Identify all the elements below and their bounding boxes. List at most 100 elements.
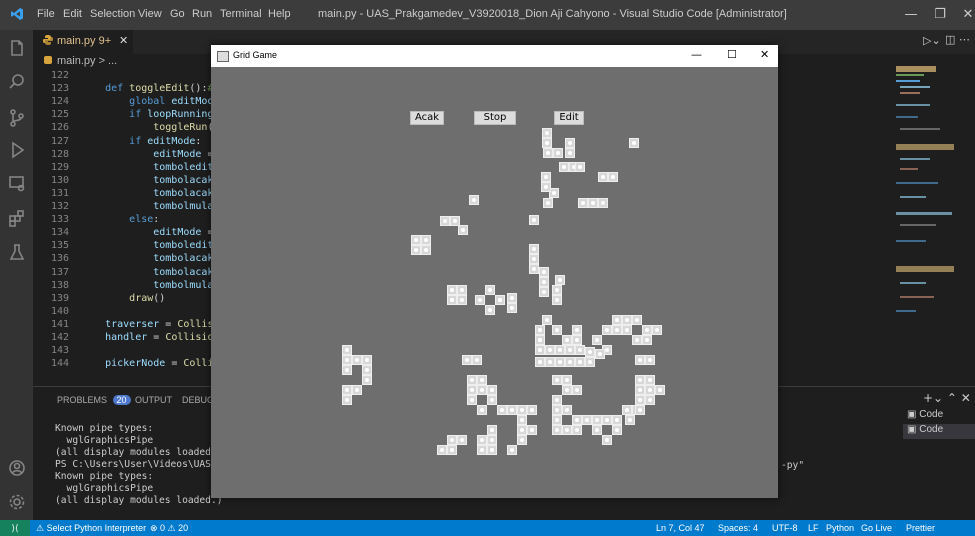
live-cell[interactable] (352, 385, 362, 395)
source-control-icon[interactable] (7, 108, 27, 128)
live-cell[interactable] (622, 315, 632, 325)
menu-file[interactable]: File (37, 8, 55, 20)
menu-help[interactable]: Help (268, 8, 291, 20)
live-cell[interactable] (469, 195, 479, 205)
live-cell[interactable] (575, 345, 585, 355)
live-cell[interactable] (565, 357, 575, 367)
live-cell[interactable] (342, 365, 352, 375)
minimap[interactable] (896, 64, 956, 394)
code-line[interactable]: 132 tombolmulai.sh (33, 201, 238, 214)
live-cell[interactable] (543, 198, 553, 208)
live-cell[interactable] (529, 244, 539, 254)
live-cell[interactable] (541, 182, 551, 192)
live-cell[interactable] (467, 385, 477, 395)
settings-gear-icon[interactable] (7, 492, 27, 512)
terminal-instance[interactable]: ▣ Code (903, 424, 975, 439)
live-cell[interactable] (447, 445, 457, 455)
live-cell[interactable] (440, 216, 450, 226)
acak-button[interactable]: Acak (410, 111, 444, 125)
live-cell[interactable] (457, 285, 467, 295)
live-cell[interactable] (572, 385, 582, 395)
live-cell[interactable] (411, 245, 421, 255)
code-line[interactable]: 140 (33, 306, 233, 319)
live-cell[interactable] (517, 405, 527, 415)
code-line[interactable]: 125 if loopRunning: (33, 109, 233, 122)
live-cell[interactable] (495, 295, 505, 305)
live-cell[interactable] (635, 395, 645, 405)
live-cell[interactable] (632, 315, 642, 325)
live-cell[interactable] (362, 365, 372, 375)
live-cell[interactable] (447, 435, 457, 445)
live-cell[interactable] (552, 325, 562, 335)
live-cell[interactable] (477, 375, 487, 385)
live-cell[interactable] (477, 385, 487, 395)
live-cell[interactable] (572, 425, 582, 435)
live-cell[interactable] (542, 138, 552, 148)
live-cell[interactable] (552, 285, 562, 295)
code-editor[interactable]: 122 123 def toggleEdit():#func124 global … (33, 70, 238, 386)
live-cell[interactable] (645, 395, 655, 405)
code-line[interactable]: 122 (33, 70, 233, 83)
status-item[interactable]: Ln 7, Col 47 (656, 523, 705, 533)
live-cell[interactable] (543, 148, 553, 158)
live-cell[interactable] (608, 172, 618, 182)
live-cell[interactable] (562, 405, 572, 415)
menu-terminal[interactable]: Terminal (220, 8, 262, 20)
extensions-icon[interactable] (7, 208, 27, 228)
live-cell[interactable] (622, 325, 632, 335)
live-cell[interactable] (553, 148, 563, 158)
tab-main-py[interactable]: main.py 9+ ✕ (33, 30, 133, 54)
live-cell[interactable] (552, 405, 562, 415)
stop-button[interactable]: Stop (474, 111, 516, 125)
live-cell[interactable] (437, 445, 447, 455)
menu-go[interactable]: Go (170, 8, 185, 20)
live-cell[interactable] (635, 375, 645, 385)
live-cell[interactable] (585, 347, 595, 357)
search-icon[interactable] (7, 72, 27, 92)
code-line[interactable]: 123 def toggleEdit():#func (33, 83, 238, 96)
live-cell[interactable] (467, 395, 477, 405)
live-cell[interactable] (632, 335, 642, 345)
live-cell[interactable] (622, 405, 632, 415)
live-cell[interactable] (527, 425, 537, 435)
code-line[interactable]: 143 (33, 345, 233, 358)
terminal-instance[interactable]: ▣ Code (903, 409, 975, 424)
code-line[interactable]: 139 draw() (33, 293, 233, 306)
live-cell[interactable] (645, 355, 655, 365)
live-cell[interactable] (462, 355, 472, 365)
live-cell[interactable] (545, 345, 555, 355)
live-cell[interactable] (652, 325, 662, 335)
tab-close-icon[interactable]: ✕ (119, 34, 128, 47)
live-cell[interactable] (642, 325, 652, 335)
code-line[interactable]: 134 editMode = Tru (33, 227, 238, 240)
live-cell[interactable] (575, 162, 585, 172)
code-line[interactable]: 127 if editMode: (33, 136, 233, 149)
game-grid-canvas[interactable]: Acak Stop Edit (217, 67, 772, 498)
live-cell[interactable] (421, 245, 431, 255)
live-cell[interactable] (625, 415, 635, 425)
live-cell[interactable] (559, 162, 569, 172)
live-cell[interactable] (602, 325, 612, 335)
status-item[interactable]: LF (808, 523, 819, 533)
live-cell[interactable] (487, 425, 497, 435)
game-close-icon[interactable]: ✕ (760, 48, 769, 61)
live-cell[interactable] (529, 215, 539, 225)
status-item[interactable]: Python (826, 523, 854, 533)
live-cell[interactable] (565, 345, 575, 355)
live-cell[interactable] (362, 375, 372, 385)
code-line[interactable]: 138 tombolmulai.hi (33, 280, 238, 293)
live-cell[interactable] (542, 315, 552, 325)
edit-button[interactable]: Edit (554, 111, 584, 125)
remote-icon[interactable]: ⟩⟨ (0, 520, 30, 536)
status-item[interactable]: Go Live (861, 523, 892, 533)
code-line[interactable]: 128 editMode = Fal (33, 149, 238, 162)
live-cell[interactable] (629, 138, 639, 148)
live-cell[interactable] (475, 295, 485, 305)
menu-run[interactable]: Run (192, 8, 212, 20)
live-cell[interactable] (421, 235, 431, 245)
live-cell[interactable] (642, 335, 652, 345)
live-cell[interactable] (342, 355, 352, 365)
live-cell[interactable] (582, 415, 592, 425)
live-cell[interactable] (575, 357, 585, 367)
live-cell[interactable] (585, 357, 595, 367)
